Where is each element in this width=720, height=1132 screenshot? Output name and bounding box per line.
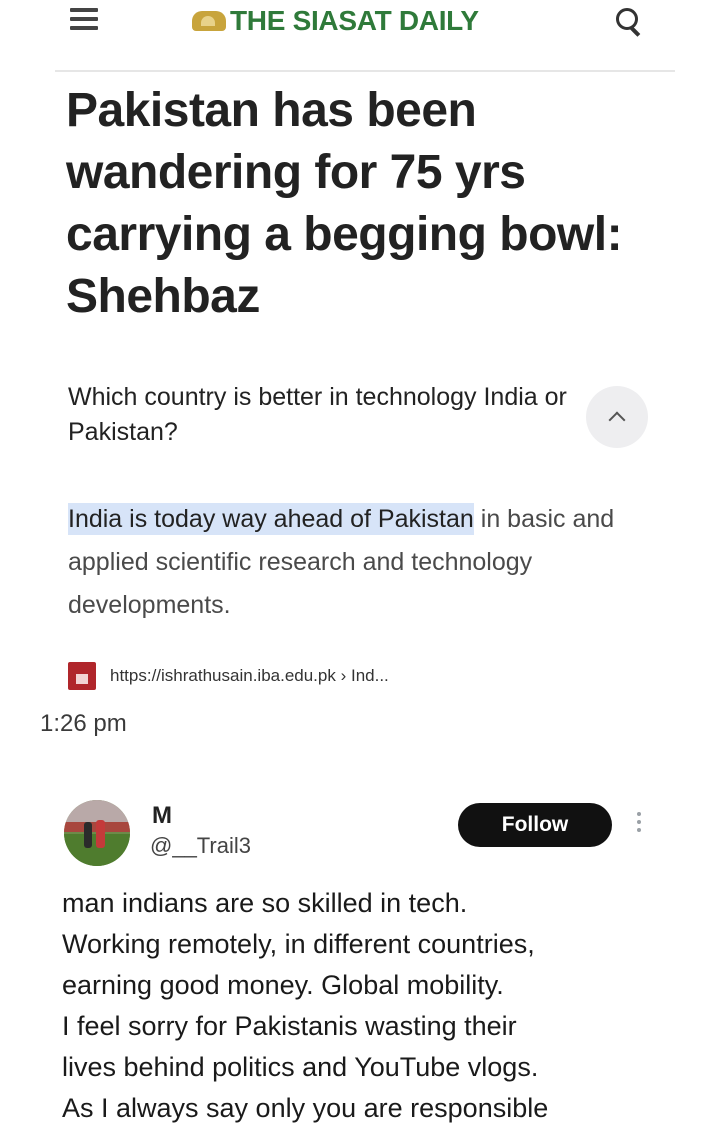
logo-emblem <box>192 11 226 31</box>
tweet-user-handle[interactable]: @__Trail3 <box>150 833 251 859</box>
snippet-question[interactable]: Which country is better in technology In… <box>68 380 588 450</box>
avatar[interactable] <box>64 800 130 866</box>
snippet-answer-highlight: India is today way ahead of Pakistan <box>68 503 474 535</box>
header-divider <box>55 70 675 72</box>
tweet-user-name[interactable]: M <box>152 802 172 830</box>
post-time: 1:26 pm <box>40 710 127 737</box>
chevron-up-icon[interactable] <box>586 386 648 448</box>
logo-text: THE SIASAT DAILY <box>230 5 479 36</box>
site-header: THE SIASAT DAILY <box>0 0 720 60</box>
tweet-text: man indians are so skilled in tech. Work… <box>62 888 549 1123</box>
follow-button[interactable]: Follow <box>458 803 612 847</box>
site-logo[interactable]: THE SIASAT DAILY <box>192 4 479 38</box>
source-favicon-icon <box>68 662 96 690</box>
hamburger-icon[interactable] <box>68 8 106 34</box>
snippet-answer: India is today way ahead of Pakistan in … <box>68 498 668 627</box>
source-url[interactable]: https://ishrathusain.iba.edu.pk › Ind... <box>110 666 389 686</box>
article-headline[interactable]: Pakistan has been wandering for 75 yrs c… <box>66 80 646 328</box>
search-icon[interactable] <box>612 6 646 38</box>
more-vertical-icon[interactable] <box>632 812 646 838</box>
snippet-source[interactable]: https://ishrathusain.iba.edu.pk › Ind... <box>68 662 389 690</box>
